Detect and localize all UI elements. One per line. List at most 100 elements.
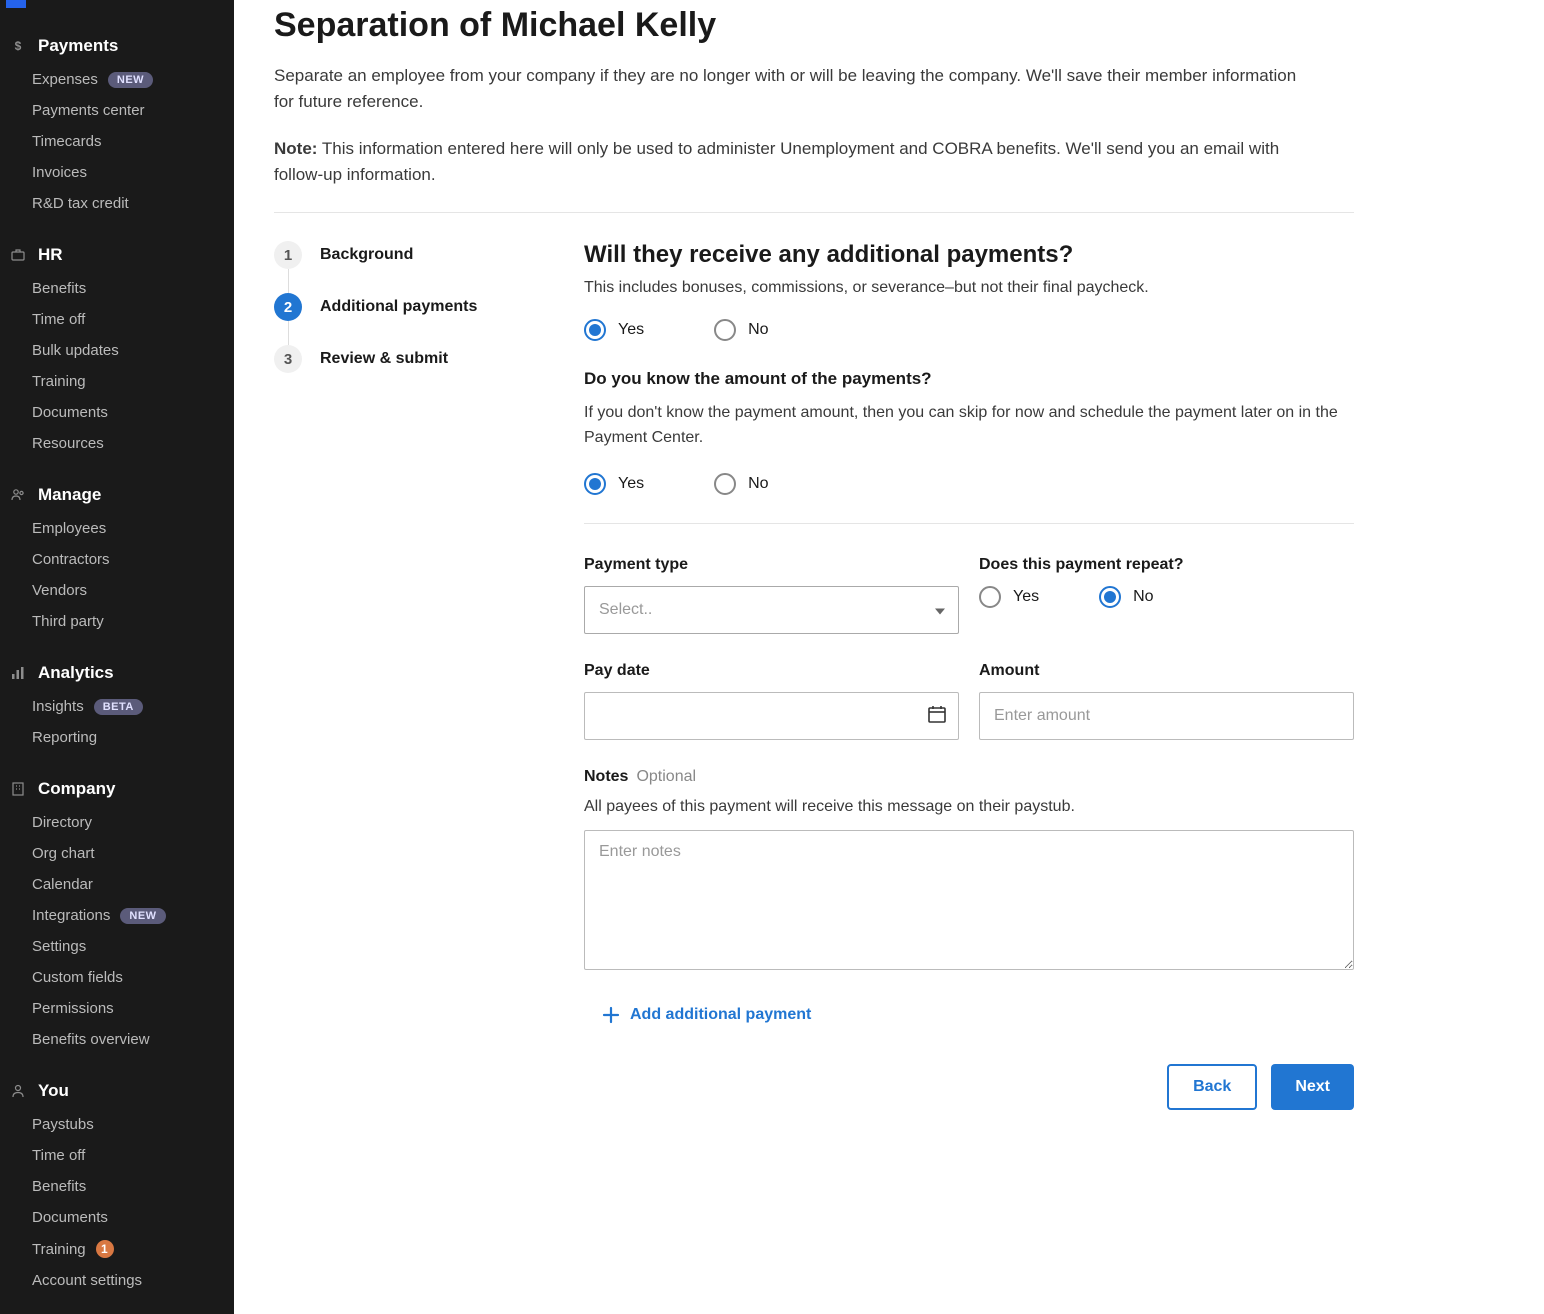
nav-item-insights[interactable]: InsightsBETA	[0, 691, 234, 722]
step-label: Additional payments	[320, 298, 477, 316]
next-button[interactable]: Next	[1271, 1064, 1354, 1110]
question-additional-payments: Will they receive any additional payment…	[584, 241, 1354, 269]
nav-header-payments[interactable]: $Payments	[0, 28, 234, 64]
nav-item-paystubs[interactable]: Paystubs	[0, 1109, 234, 1140]
radio-additional-no[interactable]: No	[714, 319, 768, 341]
nav-item-label: Documents	[32, 1209, 108, 1226]
nav-item-calendar[interactable]: Calendar	[0, 869, 234, 900]
nav-header-label: You	[38, 1081, 69, 1101]
nav-header-company[interactable]: Company	[0, 771, 234, 807]
back-button[interactable]: Back	[1167, 1064, 1257, 1110]
nav-item-third-party[interactable]: Third party	[0, 606, 234, 637]
nav-item-bulk-updates[interactable]: Bulk updates	[0, 335, 234, 366]
nav-item-label: Invoices	[32, 164, 87, 181]
badge-beta: BETA	[94, 699, 143, 715]
nav-item-label: Reporting	[32, 729, 97, 746]
nav-item-documents[interactable]: Documents	[0, 397, 234, 428]
radio-repeat-no[interactable]: No	[1099, 586, 1153, 608]
nav-item-resources[interactable]: Resources	[0, 428, 234, 459]
nav-item-directory[interactable]: Directory	[0, 807, 234, 838]
radio-circle-icon	[584, 319, 606, 341]
badge-count: 1	[96, 1240, 114, 1258]
nav-item-benefits[interactable]: Benefits	[0, 1171, 234, 1202]
radio-know-no[interactable]: No	[714, 473, 768, 495]
nav-item-label: Paystubs	[32, 1116, 94, 1133]
radio-group-additional: Yes No	[584, 319, 1354, 341]
nav-item-r-d-tax-credit[interactable]: R&D tax credit	[0, 188, 234, 219]
nav-item-settings[interactable]: Settings	[0, 931, 234, 962]
nav-item-expenses[interactable]: ExpensesNEW	[0, 64, 234, 95]
page-title: Separation of Michael Kelly	[274, 6, 1504, 45]
nav-item-label: Bulk updates	[32, 342, 119, 359]
radio-label: Yes	[1013, 588, 1039, 606]
nav-section: HRBenefitsTime off Bulk updates TrainingDo…	[0, 237, 234, 459]
pay-date-input[interactable]	[584, 692, 959, 740]
nav-item-benefits-overview[interactable]: Benefits overview	[0, 1024, 234, 1055]
nav-item-label: Settings	[32, 938, 86, 955]
add-payment-link[interactable]: Add additional payment	[602, 1006, 1354, 1024]
nav-item-integrations[interactable]: IntegrationsNEW	[0, 900, 234, 931]
nav-item-label: Org chart	[32, 845, 95, 862]
note-label: Note:	[274, 139, 317, 158]
nav-header-analytics[interactable]: Analytics	[0, 655, 234, 691]
step-number: 1	[274, 241, 302, 269]
step-background[interactable]: 1Background	[274, 241, 544, 269]
radio-label: No	[748, 321, 768, 339]
nav-item-contractors[interactable]: Contractors	[0, 544, 234, 575]
nav-section: You Paystubs Time off Benefits Documents Trai…	[0, 1073, 234, 1296]
nav-item-org-chart[interactable]: Org chart	[0, 838, 234, 869]
radio-additional-yes[interactable]: Yes	[584, 319, 644, 341]
radio-repeat-yes[interactable]: Yes	[979, 586, 1039, 608]
nav-item-training[interactable]: Training1	[0, 1233, 234, 1265]
nav-item-vendors[interactable]: Vendors	[0, 575, 234, 606]
nav-section: $PaymentsExpensesNEWPayments center Timec…	[0, 28, 234, 219]
select-placeholder: Select..	[599, 601, 652, 619]
badge-new: NEW	[120, 908, 165, 924]
nav-item-label: Account settings	[32, 1272, 142, 1289]
nav-item-label: Custom fields	[32, 969, 123, 986]
payment-type-select[interactable]: Select..	[584, 586, 959, 634]
nav-item-label: Benefits overview	[32, 1031, 150, 1048]
nav-header-hr[interactable]: HR	[0, 237, 234, 273]
main-content: Separation of Michael Kelly Separate an …	[234, 0, 1544, 1314]
nav-item-timecards[interactable]: Timecards	[0, 126, 234, 157]
radio-label: Yes	[618, 475, 644, 493]
nav-item-employees[interactable]: Employees	[0, 513, 234, 544]
step-review-submit[interactable]: 3Review & submit	[274, 345, 544, 373]
pay-date-label: Pay date	[584, 662, 959, 680]
plus-icon	[602, 1006, 620, 1024]
nav-header-label: Analytics	[38, 663, 114, 683]
radio-circle-icon	[584, 473, 606, 495]
nav-section: Manage Employees Contractors Vendors Third p…	[0, 477, 234, 637]
nav-item-time-off[interactable]: Time off	[0, 304, 234, 335]
amount-input[interactable]	[979, 692, 1354, 740]
nav-item-custom-fields[interactable]: Custom fields	[0, 962, 234, 993]
nav-item-label: Vendors	[32, 582, 87, 599]
nav-item-payments-center[interactable]: Payments center	[0, 95, 234, 126]
radio-label: No	[748, 475, 768, 493]
nav-header-you[interactable]: You	[0, 1073, 234, 1109]
nav-item-time-off[interactable]: Time off	[0, 1140, 234, 1171]
steps-nav: 1Background 2 Additional payments 3Review &…	[274, 241, 544, 1110]
nav-item-documents[interactable]: Documents	[0, 1202, 234, 1233]
radio-know-yes[interactable]: Yes	[584, 473, 644, 495]
nav-item-benefits[interactable]: Benefits	[0, 273, 234, 304]
nav-item-label: Time off	[32, 1147, 85, 1164]
nav-item-invoices[interactable]: Invoices	[0, 157, 234, 188]
nav-item-reporting[interactable]: Reporting	[0, 722, 234, 753]
notes-textarea[interactable]	[584, 830, 1354, 970]
nav-item-training[interactable]: Training	[0, 366, 234, 397]
nav-item-label: Timecards	[32, 133, 101, 150]
nav-item-label: Employees	[32, 520, 106, 537]
nav-item-label: Contractors	[32, 551, 110, 568]
nav-item-label: Benefits	[32, 1178, 86, 1195]
radio-circle-icon	[714, 473, 736, 495]
radio-circle-icon	[979, 586, 1001, 608]
step-additional-payments[interactable]: 2 Additional payments	[274, 293, 544, 321]
nav-header-label: Company	[38, 779, 115, 799]
nav-item-account-settings[interactable]: Account settings	[0, 1265, 234, 1296]
nav-item-permissions[interactable]: Permissions	[0, 993, 234, 1024]
optional-text: Optional	[636, 768, 696, 785]
nav-header-manage[interactable]: Manage	[0, 477, 234, 513]
step-number: 2	[274, 293, 302, 321]
